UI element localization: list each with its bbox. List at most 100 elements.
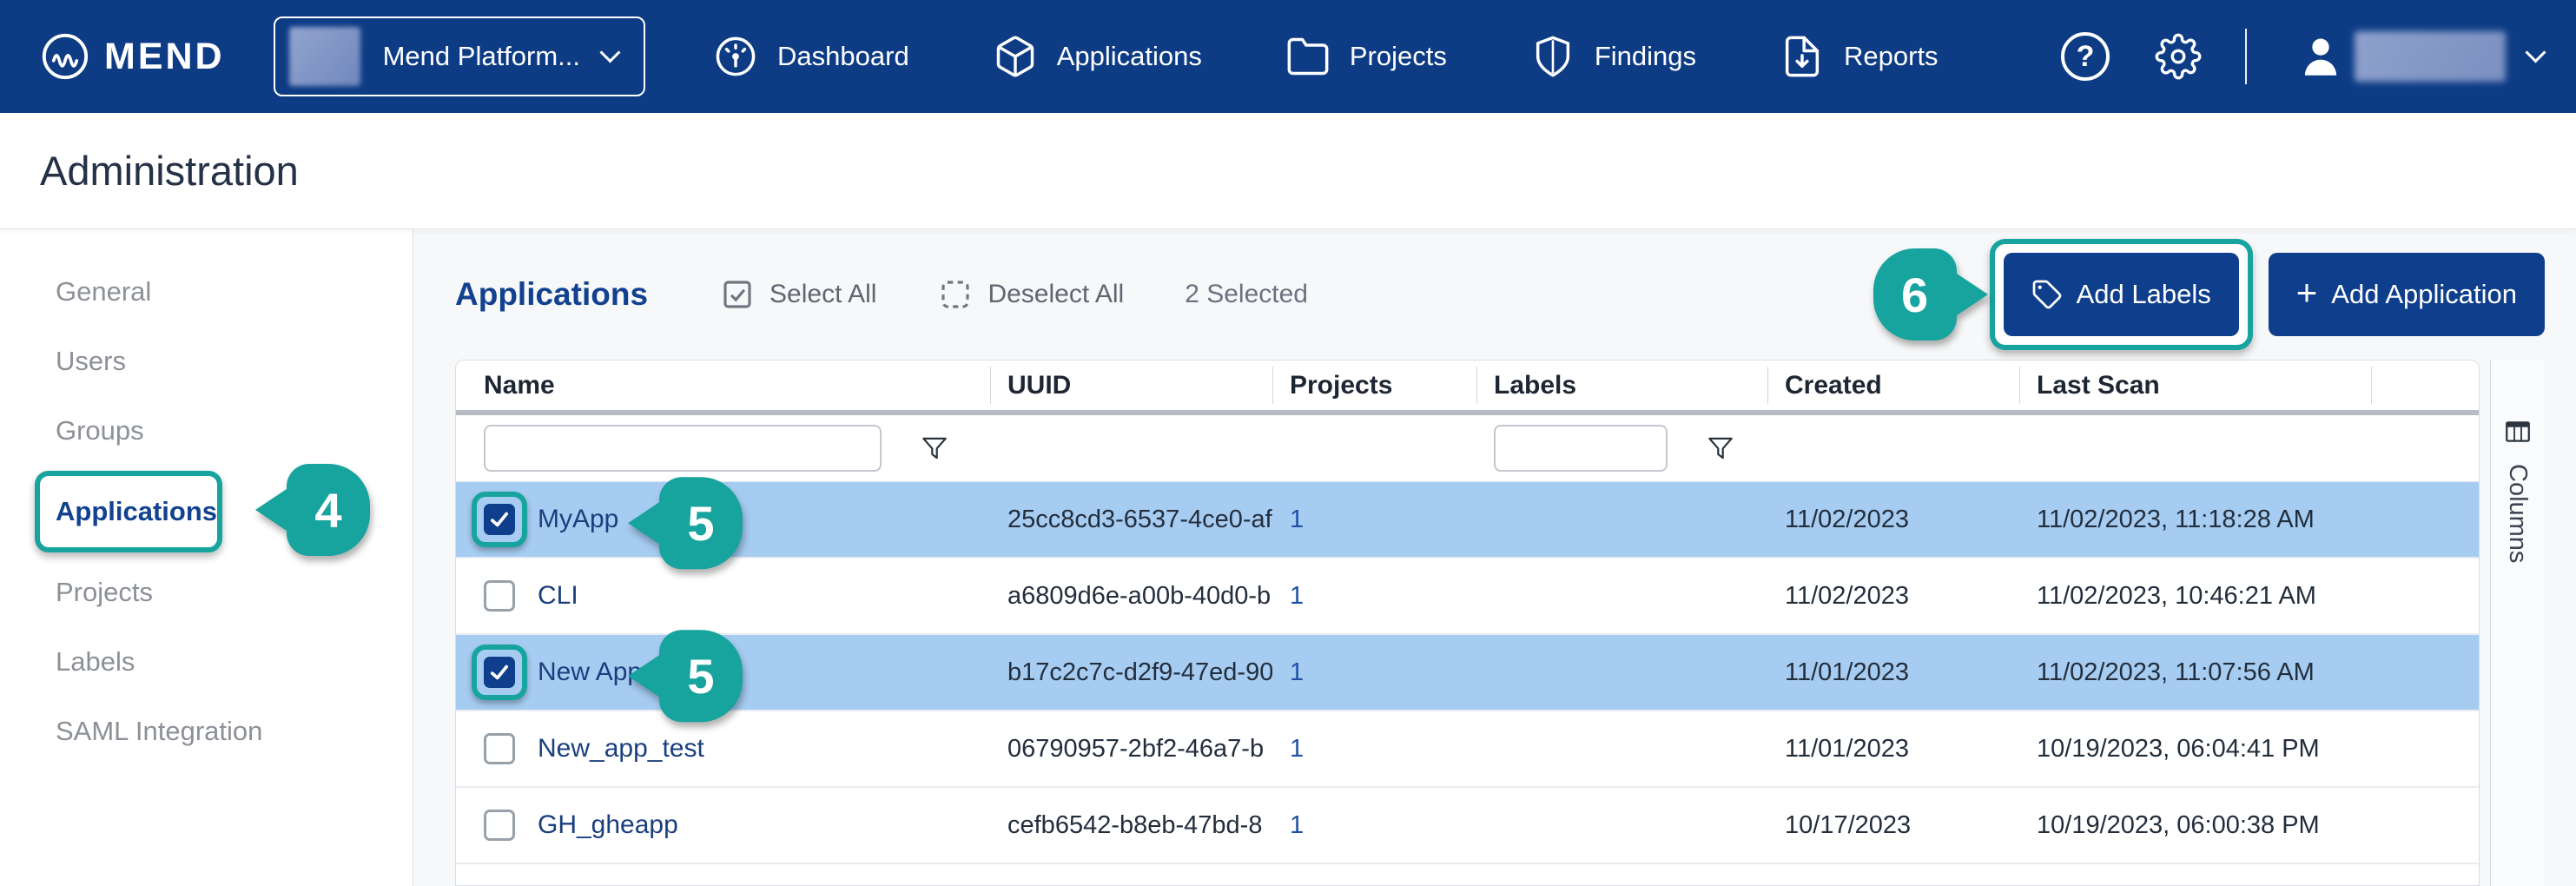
select-all-label: Select All	[769, 280, 876, 309]
deselect-all-icon	[937, 276, 974, 313]
created-cell: 11/01/2023	[1767, 735, 2019, 764]
created-cell: 11/02/2023	[1767, 582, 2019, 611]
column-header-created[interactable]: Created	[1767, 360, 2019, 410]
applications-cube-icon	[993, 34, 1038, 79]
add-labels-button[interactable]: Add Labels	[2004, 253, 2239, 336]
row-checkbox[interactable]	[484, 580, 515, 612]
projects-count-link[interactable]: 1	[1290, 811, 1304, 839]
table-row[interactable]: New_app_test 06790957-2bf2-46a7-b 1 11/0…	[456, 711, 2479, 788]
table-row[interactable]: GH_gheapp cefb6542-b8eb-47bd-8 1 10/17/2…	[456, 788, 2479, 864]
sidebar-item-projects[interactable]: Projects	[0, 558, 413, 627]
table-row[interactable]: MyApp 5 25cc8cd3-6537-4ce0-af 1 11/02/20…	[456, 482, 2479, 559]
application-name-link[interactable]: New_app_test	[538, 734, 704, 764]
sidebar-item-groups[interactable]: Groups	[0, 396, 413, 466]
nav-item-applications[interactable]: Applications	[993, 34, 1202, 79]
projects-folder-icon	[1285, 34, 1331, 79]
created-cell: 11/02/2023	[1767, 506, 2019, 534]
nav-item-findings[interactable]: Findings	[1530, 34, 1696, 79]
application-name-link[interactable]: GH_gheapp	[538, 810, 678, 840]
organization-selector-dropdown[interactable]: Mend Platform...	[274, 17, 645, 96]
page-title: Administration	[40, 147, 299, 195]
checkmark-icon	[487, 660, 512, 684]
annotation-outline-add-labels: 6 Add Labels	[1990, 239, 2253, 350]
plus-icon: +	[2296, 274, 2318, 311]
topbar-right-controls: ?	[2061, 29, 2543, 84]
annotation-checkbox-ring	[472, 645, 527, 700]
created-cell: 11/01/2023	[1767, 658, 2019, 687]
nav-label: Applications	[1057, 41, 1202, 72]
name-cell: CLI	[456, 580, 990, 612]
name-cell: New App 2 5	[456, 657, 990, 688]
page-header: Administration	[0, 113, 2576, 229]
sidebar-item-users[interactable]: Users	[0, 327, 413, 396]
user-account-menu[interactable]	[2295, 31, 2543, 82]
projects-count-link[interactable]: 1	[1290, 735, 1304, 763]
sidebar-item-labels[interactable]: Labels	[0, 627, 413, 697]
columns-icon	[2503, 417, 2533, 446]
application-name-link[interactable]: CLI	[538, 581, 578, 611]
sidebar-item-label: Applications	[56, 496, 217, 527]
nav-label: Findings	[1595, 41, 1696, 72]
filter-funnel-icon[interactable]	[918, 432, 951, 465]
uuid-cell: b17c2c7c-d2f9-47ed-90	[990, 658, 1272, 687]
projects-count-link[interactable]: 1	[1290, 582, 1304, 610]
applications-toolbar: Applications Select All Deselect All 2 S…	[455, 229, 2576, 360]
projects-count-link[interactable]: 1	[1290, 658, 1304, 686]
row-checkbox[interactable]	[484, 810, 515, 841]
row-checkbox[interactable]	[484, 733, 515, 764]
last-scan-cell: 10/19/2023, 06:00:38 PM	[2019, 811, 2371, 840]
row-checkbox[interactable]	[484, 657, 515, 688]
admin-sidebar: General Users Groups Applications 4 Proj…	[0, 229, 413, 886]
findings-shield-icon	[1530, 34, 1575, 79]
top-navigation-bar: MEND Mend Platform... Dashboard Applicat…	[0, 0, 2576, 113]
filter-funnel-icon[interactable]	[1704, 432, 1737, 465]
checkmark-icon	[487, 507, 512, 532]
name-filter-input[interactable]	[484, 425, 882, 472]
table-row[interactable]: CLI a6809d6e-a00b-40d0-b 1 11/02/2023 11…	[456, 559, 2479, 635]
uuid-cell: 25cc8cd3-6537-4ce0-af	[990, 506, 1272, 534]
brand-name: MEND	[104, 36, 225, 78]
sidebar-item-saml-integration[interactable]: SAML Integration	[0, 697, 413, 766]
table-footer-spacer	[456, 864, 2479, 886]
columns-panel-toggle[interactable]: Columns	[2490, 360, 2544, 886]
add-application-button[interactable]: + Add Application	[2269, 253, 2545, 336]
main-nav: Dashboard Applications Projects Findings	[713, 34, 2022, 79]
annotation-step-5-balloon: 5	[628, 477, 743, 569]
column-header-projects[interactable]: Projects	[1272, 360, 1476, 410]
uuid-cell: a6809d6e-a00b-40d0-b	[990, 582, 1272, 611]
select-all-button[interactable]: Select All	[719, 276, 876, 313]
table-filter-row	[456, 415, 2479, 482]
labels-filter-input[interactable]	[1494, 425, 1668, 472]
settings-gear-icon[interactable]	[2155, 33, 2202, 80]
row-checkbox[interactable]	[484, 504, 515, 535]
annotation-step-4-balloon: 4	[255, 464, 370, 556]
applications-table: Name UUID Projects Labels Created Last S…	[455, 360, 2480, 886]
projects-count-link[interactable]: 1	[1290, 506, 1304, 533]
help-icon[interactable]: ?	[2061, 32, 2110, 81]
column-header-empty	[2371, 360, 2479, 410]
nav-label: Dashboard	[777, 41, 909, 72]
column-header-name[interactable]: Name	[456, 360, 990, 410]
chevron-down-icon	[600, 42, 621, 63]
table-row[interactable]: New App 2 5 b17c2c7c-d2f9-47ed-90 1 11/0…	[456, 635, 2479, 711]
mend-logo: MEND	[40, 31, 225, 82]
name-cell: New_app_test	[456, 733, 990, 764]
last-scan-cell: 11/02/2023, 11:18:28 AM	[2019, 506, 2371, 534]
column-header-last-scan[interactable]: Last Scan	[2019, 360, 2371, 410]
deselect-all-button[interactable]: Deselect All	[937, 276, 1124, 313]
nav-label: Projects	[1350, 41, 1447, 72]
sidebar-item-general[interactable]: General	[0, 257, 413, 327]
nav-item-projects[interactable]: Projects	[1285, 34, 1447, 79]
sidebar-item-applications[interactable]: Applications 4	[35, 471, 222, 552]
mend-logo-icon	[40, 31, 90, 82]
application-name-link[interactable]: MyApp	[538, 505, 618, 534]
columns-panel-label: Columns	[2503, 464, 2532, 563]
last-scan-cell: 10/19/2023, 06:04:41 PM	[2019, 735, 2371, 764]
chevron-down-icon	[2525, 42, 2546, 63]
column-header-uuid[interactable]: UUID	[990, 360, 1272, 410]
nav-item-reports[interactable]: Reports	[1780, 34, 1939, 79]
column-header-labels[interactable]: Labels	[1476, 360, 1767, 410]
section-heading: Applications	[455, 276, 648, 313]
nav-item-dashboard[interactable]: Dashboard	[713, 34, 909, 79]
created-cell: 10/17/2023	[1767, 811, 2019, 840]
